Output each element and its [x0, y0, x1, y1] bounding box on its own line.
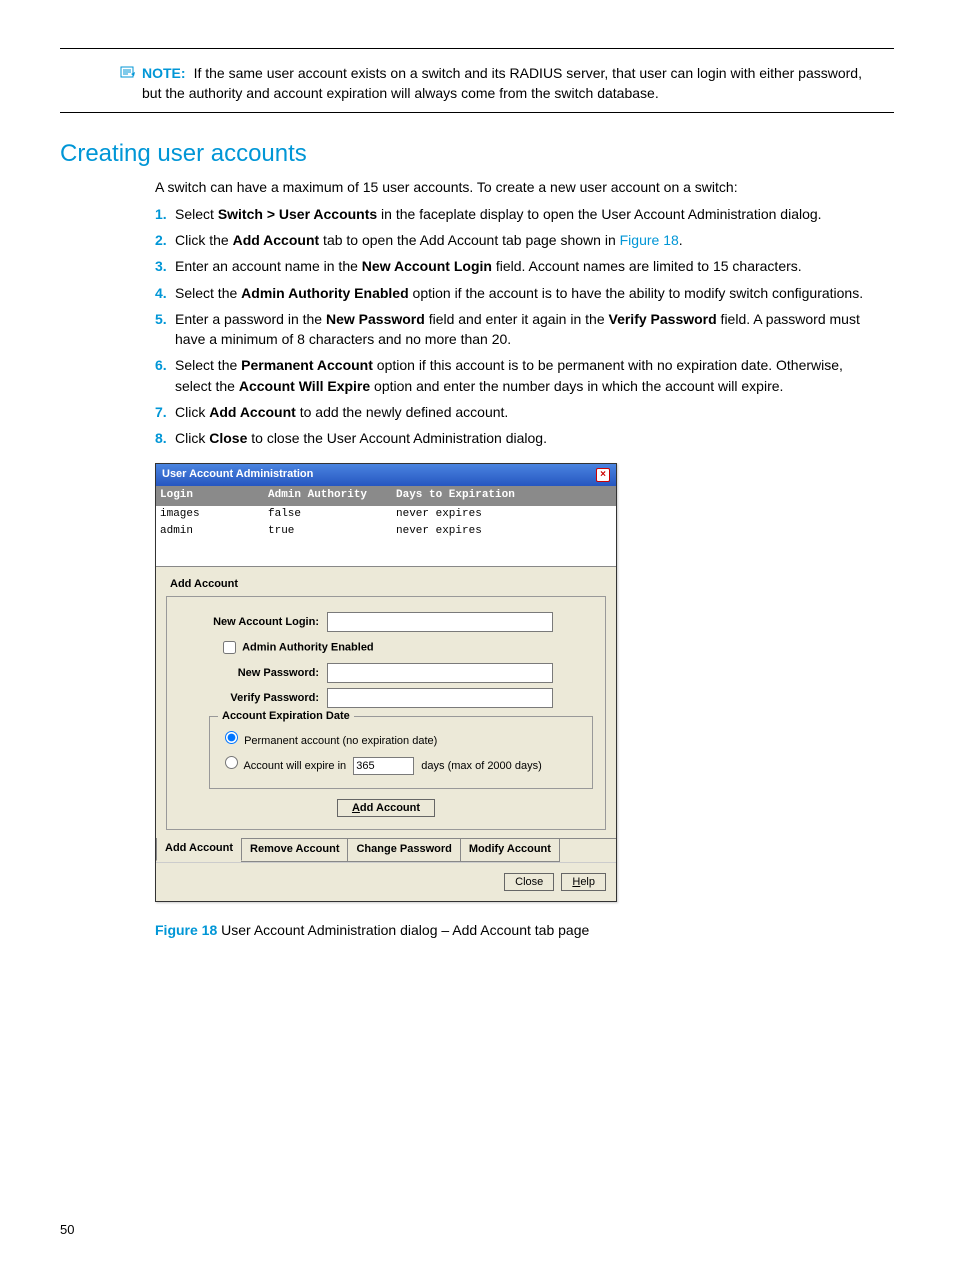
add-account-button[interactable]: Add Account — [337, 799, 435, 817]
close-button[interactable]: Close — [504, 873, 554, 891]
note-icon — [120, 65, 136, 85]
tab-bar: Add Account Remove Account Change Passwo… — [156, 838, 616, 862]
expire-days-input[interactable] — [353, 757, 414, 775]
section-heading: Creating user accounts — [60, 137, 894, 172]
new-login-input[interactable] — [327, 612, 553, 632]
new-password-input[interactable] — [327, 663, 553, 683]
figure-caption: Figure 18 User Account Administration di… — [155, 920, 894, 940]
new-password-label: New Password: — [179, 666, 327, 682]
verify-password-label: Verify Password: — [179, 691, 327, 707]
admin-authority-label: Admin Authority Enabled — [242, 642, 374, 654]
tab-remove-account[interactable]: Remove Account — [241, 839, 348, 862]
step-7: 7.Click Add Account to add the newly def… — [155, 402, 864, 422]
new-login-label: New Account Login: — [179, 615, 327, 631]
tab-add-account[interactable]: Add Account — [156, 838, 242, 861]
note-block: NOTE:If the same user account exists on … — [120, 63, 864, 104]
permanent-radio[interactable] — [225, 731, 238, 744]
figure-link[interactable]: Figure 18 — [620, 232, 679, 248]
note-text: NOTE:If the same user account exists on … — [142, 63, 864, 104]
table-row: images false never expires — [156, 506, 616, 524]
user-account-admin-dialog: User Account Administration × Login Admi… — [155, 463, 617, 903]
page-number: 50 — [60, 1221, 894, 1240]
help-button[interactable]: Help — [561, 873, 606, 891]
intro-text: A switch can have a maximum of 15 user a… — [155, 177, 864, 197]
step-2: 2.Click the Add Account tab to open the … — [155, 230, 864, 250]
will-expire-label-b: days (max of 2000 days) — [421, 760, 541, 772]
close-icon[interactable]: × — [596, 468, 610, 482]
step-4: 4.Select the Admin Authority Enabled opt… — [155, 283, 864, 303]
dialog-titlebar: User Account Administration × — [156, 464, 616, 486]
table-row: admin true never expires — [156, 523, 616, 541]
tab-modify-account[interactable]: Modify Account — [460, 839, 560, 862]
will-expire-radio[interactable] — [225, 756, 238, 769]
steps-list: 1.Select Switch > User Accounts in the f… — [155, 204, 864, 449]
col-exp: Days to Expiration — [392, 486, 616, 506]
step-3: 3.Enter an account name in the New Accou… — [155, 256, 864, 276]
tab-change-password[interactable]: Change Password — [347, 839, 460, 862]
col-auth: Admin Authority — [264, 486, 392, 506]
tab-caption: Add Account — [166, 577, 606, 593]
step-1: 1.Select Switch > User Accounts in the f… — [155, 204, 864, 224]
note-label: NOTE: — [142, 65, 186, 81]
grid-body: images false never expires admin true ne… — [156, 506, 616, 567]
dialog-title: User Account Administration — [162, 467, 313, 483]
permanent-label: Permanent account (no expiration date) — [244, 735, 437, 747]
step-8: 8.Click Close to close the User Account … — [155, 428, 864, 448]
step-6: 6.Select the Permanent Account option if… — [155, 355, 864, 396]
grid-header: Login Admin Authority Days to Expiration — [156, 486, 616, 506]
step-5: 5.Enter a password in the New Password f… — [155, 309, 864, 350]
col-login: Login — [156, 486, 264, 506]
will-expire-label-a: Account will expire in — [243, 760, 346, 772]
verify-password-input[interactable] — [327, 688, 553, 708]
admin-authority-checkbox[interactable] — [223, 641, 236, 654]
expiration-legend: Account Expiration Date — [218, 709, 354, 725]
